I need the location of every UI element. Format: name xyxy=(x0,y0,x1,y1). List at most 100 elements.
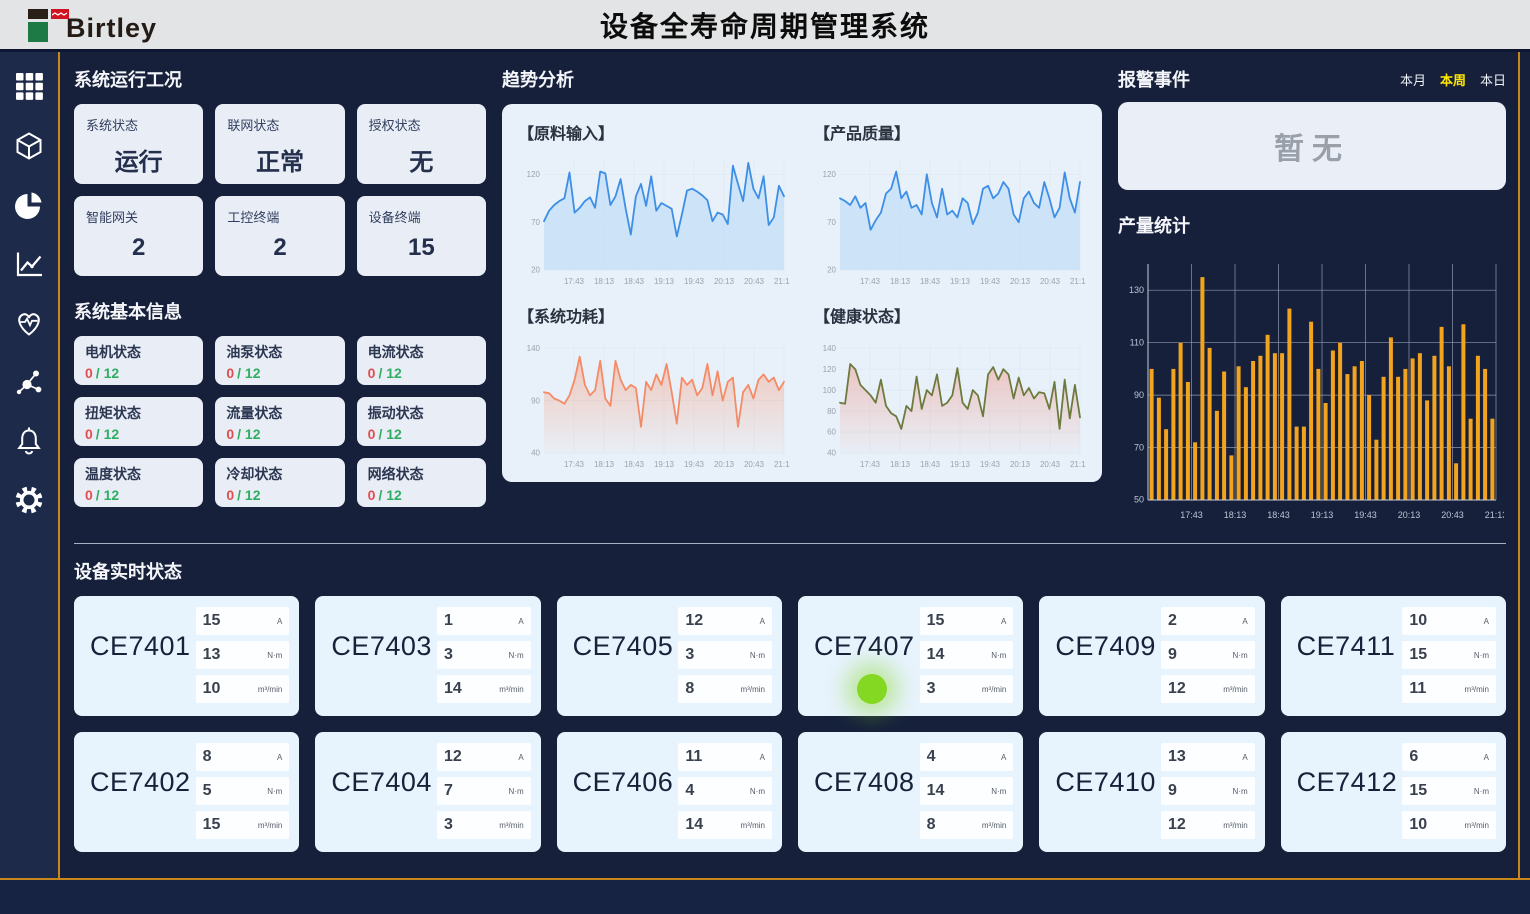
device-card[interactable]: CE7408 4 A 14 N·m 8 xyxy=(798,732,1023,852)
svg-text:20:13: 20:13 xyxy=(714,277,735,286)
flow-metric-row: 12 m³/min xyxy=(1161,675,1255,703)
flow-metric-row: 15 m³/min xyxy=(196,811,290,839)
svg-text:17:43: 17:43 xyxy=(564,277,585,286)
alarm-count: 0 xyxy=(368,487,376,503)
device-card-grid: CE7401 15 A 13 N·m 10 xyxy=(74,596,1506,852)
svg-text:40: 40 xyxy=(531,449,540,458)
current-value: 15 xyxy=(203,612,221,630)
svg-text:19:13: 19:13 xyxy=(950,460,971,469)
svg-text:18:13: 18:13 xyxy=(1224,510,1247,520)
device-card[interactable]: CE7404 12 A 7 N·m 3 xyxy=(315,732,540,852)
flow-unit: m³/min xyxy=(499,821,523,830)
total-count: / 12 xyxy=(96,426,119,442)
basic-info-card: 温度状态 0/ 12 xyxy=(74,458,203,507)
svg-text:80: 80 xyxy=(827,407,836,416)
current-metric-row: 2 A xyxy=(1161,607,1255,635)
device-card[interactable]: CE7406 11 A 4 N·m 14 xyxy=(557,732,782,852)
torque-unit: N·m xyxy=(991,787,1006,796)
operation-card-grid: 系统状态 运行 联网状态 正常 授权状态 无 xyxy=(74,104,486,276)
device-card[interactable]: CE7410 13 A 9 N·m 12 xyxy=(1039,732,1264,852)
flow-value: 15 xyxy=(203,816,221,834)
sidebar-item-settings[interactable] xyxy=(12,485,46,519)
device-card[interactable]: CE7403 1 A 3 N·m 14 xyxy=(315,596,540,716)
svg-text:20:13: 20:13 xyxy=(1010,277,1031,286)
sidebar-item-health[interactable] xyxy=(12,308,46,342)
basic-info-label: 电机状态 xyxy=(85,342,192,362)
total-count: / 12 xyxy=(378,365,401,381)
device-name: CE7402 xyxy=(90,767,191,841)
svg-text:17:43: 17:43 xyxy=(860,277,881,286)
device-name: CE7411 xyxy=(1297,631,1396,705)
total-count: / 12 xyxy=(96,365,119,381)
device-card[interactable]: CE7402 8 A 5 N·m 15 xyxy=(74,732,299,852)
flow-unit: m³/min xyxy=(982,685,1006,694)
pie-chart-icon xyxy=(14,190,44,225)
svg-text:20:43: 20:43 xyxy=(1441,510,1464,520)
current-unit: A xyxy=(277,617,282,626)
operation-card-label: 工控终端 xyxy=(227,207,332,226)
current-value: 6 xyxy=(1409,748,1418,766)
current-metric-row: 1 A xyxy=(437,607,531,635)
flow-metric-row: 14 m³/min xyxy=(437,675,531,703)
operation-card-value: 运行 xyxy=(86,142,191,177)
product-quality-line-chart: 207012017:4318:1318:4319:1319:4320:1320:… xyxy=(814,152,1086,293)
page-title: 设备全寿命周期管理系统 xyxy=(600,5,930,45)
flow-unit: m³/min xyxy=(741,821,765,830)
basic-info-value: 0/ 12 xyxy=(226,487,333,503)
svg-text:70: 70 xyxy=(531,218,540,227)
torque-value: 3 xyxy=(685,646,694,664)
sidebar-item-statistics[interactable] xyxy=(12,190,46,224)
flow-value: 11 xyxy=(1409,680,1426,698)
operation-status-card: 联网状态 正常 xyxy=(215,104,344,184)
logo-mark-icon xyxy=(28,6,64,44)
flow-value: 12 xyxy=(1168,680,1186,698)
footer-bar xyxy=(0,880,1530,914)
svg-text:20:13: 20:13 xyxy=(1398,510,1421,520)
device-card[interactable]: CE7405 12 A 3 N·m 8 xyxy=(557,596,782,716)
chart-title-raw-input: 【原料输入】 xyxy=(518,120,790,144)
alarm-period-tab[interactable]: 本周 xyxy=(1440,70,1466,89)
torque-metric-row: 14 N·m xyxy=(920,777,1014,805)
svg-text:17:43: 17:43 xyxy=(564,460,585,469)
torque-unit: N·m xyxy=(509,651,524,660)
sidebar-item-apps[interactable] xyxy=(12,72,46,106)
device-card[interactable]: CE7407 15 A 14 N·m 3 xyxy=(798,596,1023,716)
basic-info-card: 振动状态 0/ 12 xyxy=(357,397,486,446)
torque-unit: N·m xyxy=(750,651,765,660)
operation-card-label: 设备终端 xyxy=(369,207,474,226)
flow-unit: m³/min xyxy=(499,685,523,694)
operation-card-value: 15 xyxy=(369,234,474,262)
torque-metric-row: 15 N·m xyxy=(1402,641,1496,669)
operation-status-card: 设备终端 15 xyxy=(357,196,486,276)
device-card[interactable]: CE7401 15 A 13 N·m 10 xyxy=(74,596,299,716)
flow-value: 14 xyxy=(444,680,462,698)
sidebar-item-network[interactable] xyxy=(12,367,46,401)
svg-text:21:13: 21:13 xyxy=(1070,277,1086,286)
operation-card-label: 授权状态 xyxy=(369,115,474,134)
section-title-alarm: 报警事件 xyxy=(1118,66,1190,92)
basic-info-value: 0/ 12 xyxy=(85,365,192,381)
current-metric-row: 8 A xyxy=(196,743,290,771)
torque-unit: N·m xyxy=(1233,787,1248,796)
section-title-devices: 设备实时状态 xyxy=(74,558,1506,584)
svg-text:120: 120 xyxy=(823,170,837,179)
svg-text:110: 110 xyxy=(1130,337,1144,347)
device-card[interactable]: CE7412 6 A 15 N·m 10 xyxy=(1281,732,1506,852)
alarm-period-tab[interactable]: 本日 xyxy=(1480,70,1506,89)
sidebar-item-model[interactable] xyxy=(12,131,46,165)
alarm-count: 0 xyxy=(368,365,376,381)
svg-text:17:43: 17:43 xyxy=(860,460,881,469)
device-card[interactable]: CE7411 10 A 15 N·m 11 xyxy=(1281,596,1506,716)
svg-text:90: 90 xyxy=(1134,390,1144,400)
basic-info-card: 扭矩状态 0/ 12 xyxy=(74,397,203,446)
alarm-period-tab[interactable]: 本月 xyxy=(1400,70,1426,89)
torque-value: 9 xyxy=(1168,782,1177,800)
device-name: CE7408 xyxy=(814,767,915,841)
alarm-count: 0 xyxy=(85,365,93,381)
svg-text:50: 50 xyxy=(1134,495,1144,505)
sidebar-item-trend[interactable] xyxy=(12,249,46,283)
device-name: CE7406 xyxy=(573,767,674,841)
flow-metric-row: 3 m³/min xyxy=(920,675,1014,703)
sidebar-item-alarms[interactable] xyxy=(12,426,46,460)
device-card[interactable]: CE7409 2 A 9 N·m 12 xyxy=(1039,596,1264,716)
